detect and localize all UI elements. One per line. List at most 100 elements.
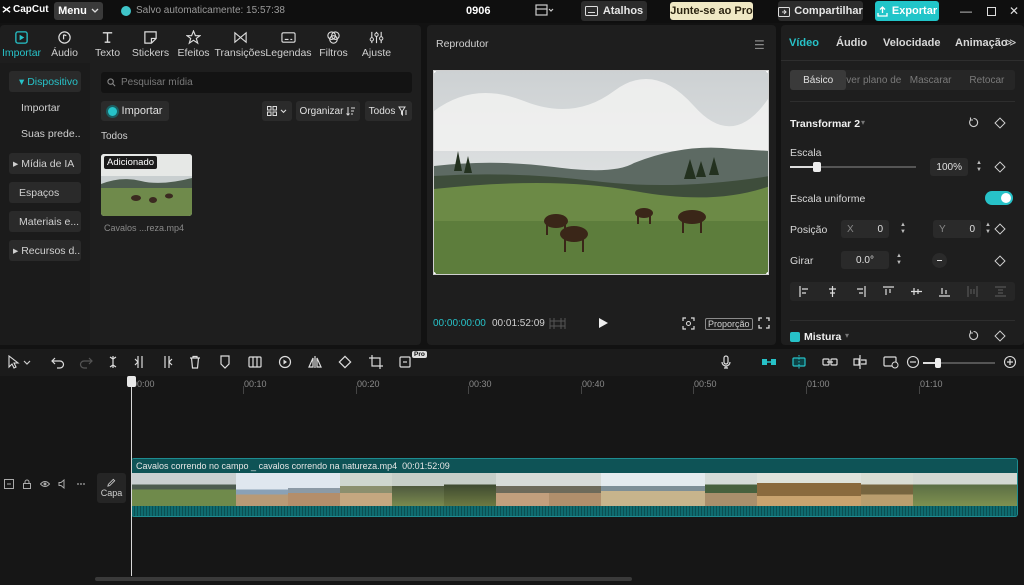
maximize-icon[interactable] — [983, 3, 999, 19]
sidebar-item-ai-media[interactable]: ▸ Mídia de IA — [9, 153, 81, 174]
close-icon[interactable]: ✕ — [1006, 3, 1022, 19]
reset-icon[interactable] — [968, 330, 979, 341]
split-right-icon[interactable] — [160, 355, 174, 369]
reverse-icon[interactable] — [278, 355, 292, 369]
tab-import[interactable]: Importar — [0, 25, 43, 63]
zoom-in-icon[interactable] — [1003, 355, 1017, 369]
more-icon[interactable] — [76, 479, 86, 489]
project-title[interactable]: 0906 — [466, 5, 490, 17]
tab-effects[interactable]: Efeitos — [172, 25, 215, 63]
sidebar-item-import[interactable]: Importar — [9, 97, 81, 118]
align-bottom-icon[interactable] — [939, 286, 951, 297]
rotate-dial[interactable] — [932, 253, 947, 268]
keyframe-icon[interactable] — [994, 161, 1006, 173]
keyframe-icon[interactable] — [994, 255, 1006, 267]
speaker-icon[interactable] — [58, 479, 68, 489]
keyframe-icon[interactable] — [994, 117, 1006, 129]
scale-stepper[interactable]: ▲ ▼ — [974, 158, 984, 176]
sidebar-item-materials[interactable]: Materiais e... — [9, 211, 81, 232]
sidebar-item-presets[interactable]: Suas prede... — [9, 123, 81, 144]
filter-button[interactable]: Todos — [365, 101, 412, 121]
chevron-down-icon[interactable]: ▾ — [861, 118, 865, 127]
reset-icon[interactable] — [968, 117, 979, 128]
auto-snap-icon[interactable] — [791, 355, 807, 369]
zoom-out-icon[interactable] — [906, 355, 920, 369]
video-preview[interactable] — [433, 70, 769, 275]
export-button[interactable]: Exportar — [875, 1, 939, 21]
distribute-h-icon[interactable] — [967, 286, 978, 297]
sidebar-item-resources[interactable]: ▸ Recursos d... — [9, 240, 81, 261]
playhead-handle[interactable] — [127, 376, 136, 387]
position-y-input[interactable]: Y 0 — [933, 220, 981, 238]
horizontal-scrollbar[interactable] — [95, 577, 632, 581]
timeline[interactable]: 00:00 00:10 00:20 00:30 00:40 00:50 01:0… — [0, 376, 1024, 585]
video-clip[interactable]: Cavalos correndo no campo _ cavalos corr… — [131, 458, 1018, 517]
tab-speed[interactable]: Velocidade — [883, 37, 940, 49]
tab-animation[interactable]: Animação — [955, 37, 1008, 49]
rotate-icon[interactable] — [338, 355, 352, 369]
keyframe-icon[interactable] — [994, 330, 1006, 342]
freeze-frame-icon[interactable] — [248, 355, 262, 369]
rotate-stepper[interactable]: ▲ ▼ — [894, 251, 904, 269]
tab-stickers[interactable]: Stickers — [129, 25, 172, 63]
subtab-retouch[interactable]: Retocar — [959, 70, 1015, 90]
uniform-scale-toggle[interactable] — [985, 191, 1013, 205]
fit-screen-icon[interactable] — [682, 317, 695, 330]
import-button[interactable]: Importar — [101, 101, 169, 121]
mirror-icon[interactable] — [308, 355, 322, 369]
track-hide-icon[interactable] — [4, 479, 14, 489]
join-pro-button[interactable]: Junte-se ao Pro — [670, 2, 753, 20]
crop-icon[interactable] — [369, 355, 383, 369]
play-button[interactable] — [597, 317, 609, 329]
microphone-icon[interactable] — [719, 355, 733, 369]
chevron-down-icon[interactable]: ▾ — [845, 331, 849, 340]
tab-video[interactable]: Vídeo — [789, 37, 819, 49]
subtab-remove-bg[interactable]: Remover plano de fundo — [846, 70, 902, 90]
hamburger-menu-icon[interactable]: ☰ — [754, 38, 765, 52]
lock-icon[interactable] — [22, 479, 32, 489]
chevron-double-right-icon[interactable]: ≫ — [1005, 36, 1017, 49]
fullscreen-icon[interactable] — [758, 317, 770, 329]
tab-text[interactable]: Texto — [86, 25, 129, 63]
tab-audio[interactable]: Áudio — [836, 37, 867, 49]
blend-checkbox[interactable] — [790, 332, 800, 342]
search-input[interactable]: Pesquisar mídia — [101, 72, 412, 93]
subtab-mask[interactable]: Mascarar — [903, 70, 959, 90]
layout-icon[interactable] — [535, 4, 555, 18]
subtab-basic[interactable]: Básico — [790, 70, 847, 90]
sidebar-item-device[interactable]: ▾ Dispositivo — [9, 71, 81, 92]
scale-slider-handle[interactable] — [813, 162, 821, 172]
tab-captions[interactable]: Legendas — [265, 25, 312, 63]
align-left-icon[interactable] — [798, 286, 810, 297]
select-cursor-icon[interactable] — [7, 355, 21, 369]
tab-transitions[interactable]: Transições — [215, 25, 265, 63]
tab-audio[interactable]: Áudio — [43, 25, 86, 63]
align-right-icon[interactable] — [855, 286, 866, 297]
split-icon[interactable] — [106, 355, 120, 369]
share-button[interactable]: Compartilhar — [778, 1, 863, 21]
zoom-slider-handle[interactable] — [935, 358, 941, 368]
auto-reframe-icon[interactable] — [399, 355, 413, 369]
position-y-stepper[interactable]: ▲ ▼ — [983, 220, 993, 238]
cover-button[interactable]: Capa — [97, 473, 126, 503]
link-clips-icon[interactable] — [822, 355, 838, 369]
delete-icon[interactable] — [188, 355, 202, 369]
minimize-icon[interactable]: — — [958, 3, 974, 19]
align-center-h-icon[interactable] — [827, 286, 838, 297]
tab-filters[interactable]: Filtros — [312, 25, 355, 63]
chevron-down-icon[interactable] — [23, 355, 31, 369]
sidebar-item-spaces[interactable]: Espaços — [9, 182, 81, 203]
aspect-ratio-button[interactable]: Proporção — [705, 318, 753, 330]
time-ruler[interactable]: 00:00 00:10 00:20 00:30 00:40 00:50 01:0… — [95, 376, 1024, 396]
preview-axis-icon[interactable] — [852, 355, 868, 369]
rotate-input[interactable]: 0.0° — [841, 251, 889, 269]
tab-adjust[interactable]: Ajuste — [355, 25, 398, 63]
thumbnail-toggle-icon[interactable] — [883, 355, 899, 369]
zoom-slider[interactable] — [923, 358, 995, 368]
undo-icon[interactable] — [51, 355, 65, 369]
menu-button[interactable]: Menu — [54, 2, 103, 20]
position-x-stepper[interactable]: ▲ ▼ — [898, 220, 908, 238]
shortcuts-button[interactable]: Atalhos — [581, 1, 647, 21]
scale-input[interactable]: 100% — [930, 158, 968, 176]
view-mode-button[interactable] — [262, 101, 292, 121]
